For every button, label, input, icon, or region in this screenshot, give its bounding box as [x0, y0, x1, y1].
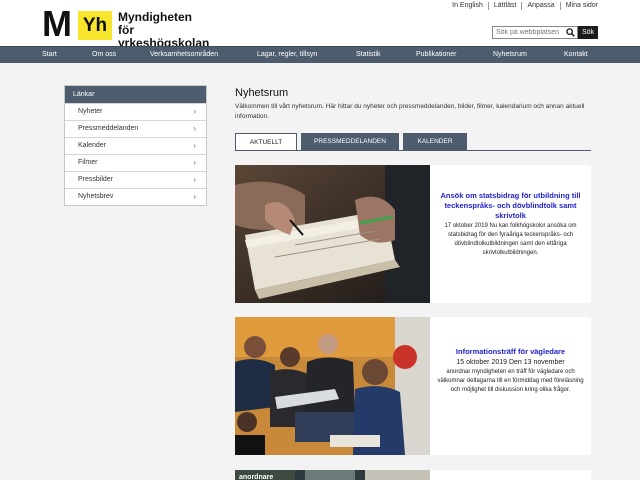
nav-item-publikationer[interactable]: Publikationer — [416, 47, 456, 63]
site-logo[interactable]: M Yh Myndigheten för yrkeshögskolan — [42, 3, 209, 50]
news-image-audience[interactable] — [235, 317, 430, 455]
news-title-link[interactable]: Informationsträff för vägledare — [436, 347, 585, 357]
divider — [521, 2, 523, 10]
news-title-link[interactable]: Ansök om statsbidrag för utbildning till… — [436, 191, 585, 221]
link-mina-sidor[interactable]: Mina sidor — [566, 2, 598, 10]
sidebar-item-label: Nyheter — [78, 108, 103, 115]
logo-text: Myndigheten för yrkeshögskolan — [118, 11, 209, 50]
divider — [487, 2, 489, 10]
sidebar-item-label: Pressbilder — [78, 176, 114, 183]
logo-letter: M — [42, 3, 72, 44]
nav-item-kontakt[interactable]: Kontakt — [564, 47, 588, 63]
nav-item-om-oss[interactable]: Om oss — [92, 47, 116, 63]
tab-underline — [235, 150, 591, 151]
news-date: 15 oktober 2019 Den 13 november — [456, 359, 565, 366]
divider — [559, 2, 561, 10]
news-body: Informationsträff för vägledare 15 oktob… — [430, 317, 591, 455]
news-item[interactable]: Ansök om statsbidrag för utbildning till… — [235, 165, 591, 303]
tab-aktuellt[interactable]: AKTUELLT — [235, 133, 297, 151]
nav-item-verksamhetsomraden[interactable]: Verksamhetsområden — [150, 47, 218, 63]
search-form: Sök — [492, 26, 598, 39]
chevron-right-icon: › — [193, 124, 196, 133]
sidebar-item-pressbilder[interactable]: Pressbilder › — [65, 171, 206, 188]
nav-item-start[interactable]: Start — [42, 47, 57, 63]
sidebar-item-nyheter[interactable]: Nyheter › — [65, 103, 206, 120]
main-nav: Start Om oss Verksamhetsområden Lagar, r… — [0, 46, 640, 63]
page-title: Nyhetsrum — [235, 87, 289, 99]
chevron-right-icon: › — [193, 158, 196, 167]
sidebar-item-label: Nyhetsbrev — [78, 193, 114, 200]
news-item[interactable]: anordnare — [235, 470, 591, 480]
news-image-partial[interactable]: anordnare — [235, 470, 430, 480]
sidebar-item-label: Kalender — [78, 142, 107, 149]
main-content: Nyhetsrum Välkommen till vårt nyhetsrum.… — [235, 85, 591, 480]
sidebar-item-nyhetsbrev[interactable]: Nyhetsbrev › — [65, 188, 206, 205]
news-text: anordnar myndigheten en träff för vägled… — [437, 369, 584, 393]
sidebar-item-pressmeddelanden[interactable]: Pressmeddelanden › — [65, 120, 206, 137]
nav-item-statistik[interactable]: Statistik — [356, 47, 381, 63]
sidebar: Länkar Nyheter › Pressmeddelanden › Kalend… — [64, 85, 207, 206]
news-item[interactable]: Informationsträff för vägledare 15 oktob… — [235, 317, 591, 455]
link-lattlast[interactable]: Lättläst — [494, 2, 517, 10]
nav-item-lagar[interactable]: Lagar, regler, tillsyn — [257, 47, 317, 63]
tab-kalender[interactable]: KALENDER — [403, 133, 467, 151]
news-body: Ansök om statsbidrag för utbildning till… — [430, 165, 591, 303]
news-text: 17 oktober 2019 Nu kan folkhögskolor ans… — [444, 223, 577, 256]
logo-badge: Yh — [78, 11, 112, 40]
chevron-right-icon: › — [193, 107, 196, 116]
image-caption: anordnare — [239, 474, 274, 480]
chevron-right-icon: › — [193, 192, 196, 201]
site-header: M Yh Myndigheten för yrkeshögskolan In E… — [0, 0, 640, 50]
sidebar-item-label: Filmer — [78, 159, 98, 166]
chevron-right-icon: › — [193, 175, 196, 184]
sidebar-item-label: Pressmeddelanden — [78, 125, 139, 132]
chevron-right-icon: › — [193, 141, 196, 150]
tab-pressmeddelanden[interactable]: PRESSMEDDELANDEN — [301, 133, 399, 151]
sidebar-item-kalender[interactable]: Kalender › — [65, 137, 206, 154]
sidebar-item-filmer[interactable]: Filmer › — [65, 154, 206, 171]
link-anpassa[interactable]: Anpassa — [527, 2, 554, 10]
top-links: In English Lättläst Anpassa Mina sidor — [452, 2, 598, 10]
nav-item-nyhetsrum[interactable]: Nyhetsrum — [493, 47, 527, 63]
logo-line1: Myndigheten för — [118, 10, 192, 37]
intro-text: Välkommen till vårt nyhetsrum. Här hitta… — [235, 103, 585, 120]
sidebar-heading: Länkar — [65, 86, 206, 103]
search-button[interactable]: Sök — [578, 26, 598, 39]
tab-bar: AKTUELLT PRESSMEDDELANDEN KALENDER — [235, 133, 471, 151]
link-in-english[interactable]: In English — [452, 2, 483, 10]
news-image-writing[interactable] — [235, 165, 430, 303]
